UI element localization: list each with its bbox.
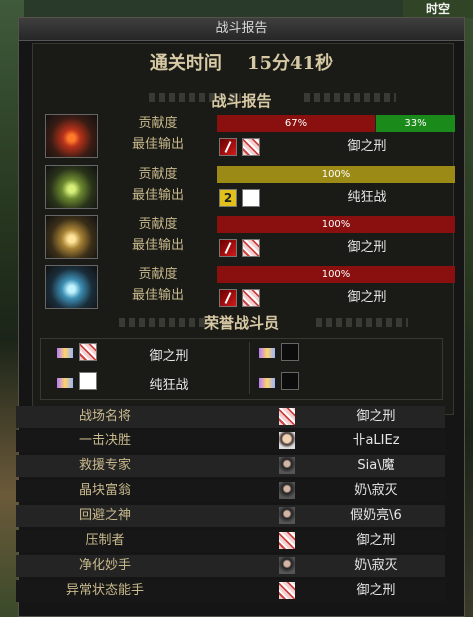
award-player: 卝aLIEz	[352, 433, 400, 448]
honor-badge-icon	[57, 378, 73, 388]
corner-text: 时空	[403, 0, 473, 18]
contribution-bar: 67% 33%	[217, 115, 455, 132]
player-avatar-icon[interactable]	[279, 557, 295, 574]
honor-badge-icon	[259, 378, 275, 388]
award-row: 救援专家 Sia\魔	[16, 455, 445, 477]
contribution-label: 贡献度	[138, 217, 178, 232]
contribution-bar: 100%	[217, 166, 455, 183]
player-avatar-icon[interactable]	[279, 507, 295, 524]
award-row: 净化妙手 奶\寂灭	[16, 555, 445, 577]
contribution-label: 贡献度	[138, 267, 178, 282]
player-avatar-icon[interactable]	[79, 372, 97, 390]
honor-badge-icon	[259, 348, 275, 358]
contribution-label: 贡献度	[138, 167, 178, 182]
award-player: 假奶亮\6	[350, 508, 402, 523]
player-row: 贡献度 100% 最佳输出 御之刑	[45, 265, 456, 311]
clear-time-value: 15分41秒	[246, 53, 334, 74]
honor-divider	[249, 342, 250, 394]
battle-report-heading: 战斗报告	[211, 92, 272, 110]
award-player: 御之刑	[356, 583, 396, 598]
best-output: 御之刑	[217, 137, 455, 156]
ornament-right	[316, 318, 408, 327]
best-output: 2 纯狂战	[217, 188, 455, 207]
award-row: 战场名将 御之刑	[16, 406, 445, 428]
award-row: 一击决胜 卝aLIEz	[16, 430, 445, 452]
player-avatar-icon[interactable]	[242, 289, 260, 307]
award-title: 压制者	[85, 533, 125, 548]
contribution-bar-segment: 100%	[217, 216, 455, 233]
award-title: 战场名将	[78, 409, 131, 424]
award-row: 回避之神 假奶亮\6	[16, 505, 445, 527]
award-title: 晶块富翁	[78, 483, 131, 498]
player-avatar-icon[interactable]	[242, 189, 260, 207]
best-output: 御之刑	[217, 288, 455, 307]
player-avatar-icon[interactable]	[279, 582, 295, 599]
player-avatar-icon[interactable]	[279, 457, 295, 474]
player-avatar-icon[interactable]	[242, 239, 260, 257]
award-player: 奶\寂灭	[354, 558, 398, 573]
best-output-label: 最佳输出	[131, 238, 184, 253]
best-output-name: 御之刑	[347, 290, 387, 305]
honor-name: 御之刑	[149, 349, 189, 364]
battle-report-window: 战斗报告 通关时间 15分41秒 战斗报告 贡献度 67% 33% 最佳输出 御…	[18, 17, 465, 617]
award-player: 奶\寂灭	[354, 483, 398, 498]
player-avatar-icon[interactable]	[279, 432, 295, 449]
best-output-label: 最佳输出	[131, 188, 184, 203]
award-player: 御之刑	[356, 533, 396, 548]
best-output-name: 御之刑	[347, 139, 387, 154]
award-player: 御之刑	[356, 409, 396, 424]
award-player: Sia\魔	[357, 458, 395, 473]
award-title: 异常状态能手	[65, 583, 144, 598]
award-row: 压制者 御之刑	[16, 530, 445, 552]
player-avatar-icon[interactable]	[279, 408, 295, 425]
contribution-bar-label: 67%	[284, 118, 308, 129]
contribution-bar-label: 100%	[321, 269, 351, 280]
contribution-bar-label: 33%	[404, 118, 427, 129]
empty-slot-icon	[281, 372, 299, 390]
class-icon	[219, 289, 237, 307]
best-output: 御之刑	[217, 238, 455, 257]
player-row: 贡献度 100% 最佳输出 2 纯狂战	[45, 165, 456, 211]
award-title: 一击决胜	[78, 433, 131, 448]
award-title: 回避之神	[78, 508, 131, 523]
honor-badge-icon	[57, 348, 73, 358]
class-icon	[219, 239, 237, 257]
contribution-bar-segment: 100%	[217, 166, 455, 183]
contribution-bar-segment: 33%	[376, 115, 455, 132]
class-icon: 2	[219, 189, 237, 207]
award-row: 晶块富翁 奶\寂灭	[16, 480, 445, 502]
honor-name: 纯狂战	[149, 378, 189, 393]
award-title: 救援专家	[78, 458, 131, 473]
contribution-bar: 100%	[217, 216, 455, 233]
blue-character-icon[interactable]	[45, 265, 98, 309]
contribution-bar: 100%	[217, 266, 455, 283]
player-avatar-icon[interactable]	[279, 482, 295, 499]
player-row: 贡献度 100% 最佳输出 御之刑	[45, 215, 456, 261]
best-output-name: 御之刑	[347, 240, 387, 255]
best-output-label: 最佳输出	[131, 137, 184, 152]
gold-character-icon[interactable]	[45, 215, 98, 259]
window-title[interactable]: 战斗报告	[19, 18, 464, 41]
player-avatar-icon[interactable]	[279, 532, 295, 549]
award-title: 净化妙手	[78, 558, 131, 573]
class-icon	[219, 138, 237, 156]
best-output-label: 最佳输出	[131, 288, 184, 303]
empty-slot-icon	[281, 343, 299, 361]
contribution-bar-label: 100%	[321, 169, 351, 180]
clear-time: 通关时间 15分41秒	[19, 49, 464, 75]
best-output-name: 纯狂战	[347, 190, 387, 205]
award-row: 异常状态能手 御之刑	[16, 580, 445, 602]
green-character-icon[interactable]	[45, 165, 98, 209]
ornament-right	[304, 93, 396, 102]
contribution-bar-label: 100%	[321, 219, 351, 230]
player-avatar-icon[interactable]	[242, 138, 260, 156]
contribution-bar-segment: 100%	[217, 266, 455, 283]
contribution-bar-segment: 67%	[217, 115, 375, 132]
honor-members-box	[40, 338, 443, 400]
clear-time-label: 通关时间	[149, 53, 222, 74]
player-row: 贡献度 67% 33% 最佳输出 御之刑	[45, 114, 456, 160]
contribution-label: 贡献度	[138, 116, 178, 131]
fire-character-icon[interactable]	[45, 114, 98, 158]
player-avatar-icon[interactable]	[79, 343, 97, 361]
